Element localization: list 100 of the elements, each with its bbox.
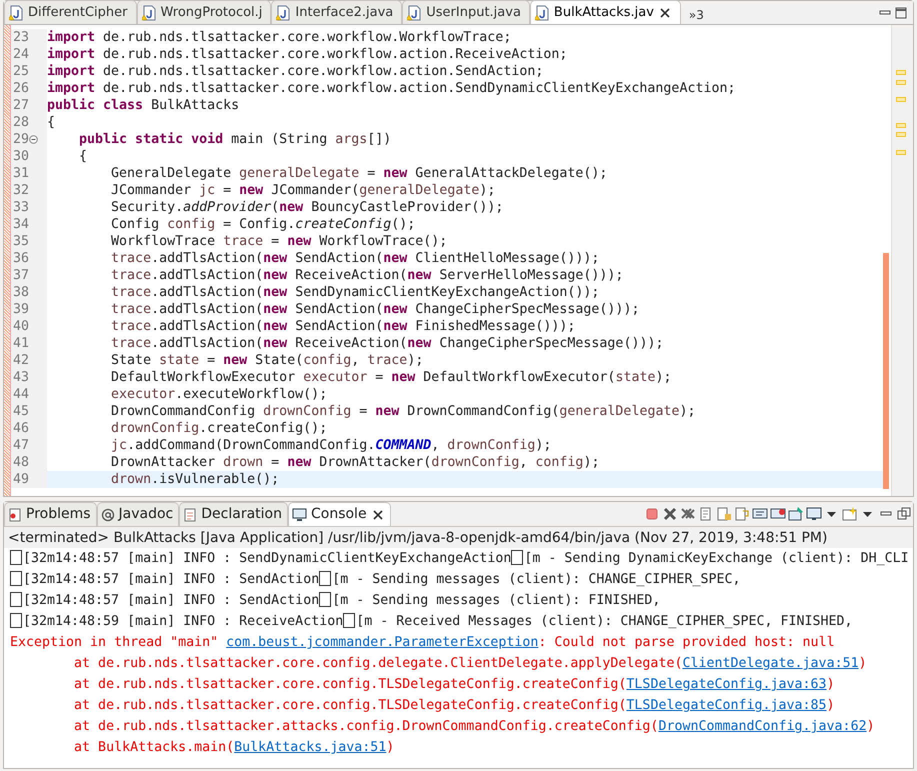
console-line: [32m14:48:57 [main] INFO : SendAction [m - Sending messages (client): CHANGE_CIPHER_SPEC, xyxy=(10,569,913,590)
console-line: [32m14:48:59 [main] INFO : ReceiveAction [m - Received Messages (client): CHANGE_CIPHER_SPEC, FINISHED, xyxy=(10,611,913,632)
line-number: 41 xyxy=(13,335,30,352)
stack-trace-link[interactable]: TLSDelegateConfig.java:85 xyxy=(626,698,827,713)
line-number: 29 xyxy=(13,131,30,148)
code-line: { xyxy=(78,148,88,165)
monitor-icon[interactable] xyxy=(805,506,823,522)
remove-icon[interactable] xyxy=(661,506,679,522)
code-line: DefaultWorkflowExecutor executor = new DefaultWorkflowExecutor(state); xyxy=(110,369,672,386)
line-number: 37 xyxy=(13,267,30,284)
line-number: 23 xyxy=(13,29,30,46)
escape-char-icon xyxy=(10,571,22,586)
line-number: 32 xyxy=(13,182,30,199)
line-number: 26 xyxy=(13,80,30,97)
escape-char-icon xyxy=(343,613,356,628)
editor-tab[interactable]: UserInput.java xyxy=(402,0,530,24)
code-line: public static void main (String args[]) xyxy=(78,131,392,148)
line-number: 35 xyxy=(13,233,30,250)
escape-char-icon xyxy=(10,613,22,628)
pin-icon[interactable] xyxy=(787,506,805,522)
line-number: 46 xyxy=(13,420,30,437)
panel-tab[interactable]: Declaration xyxy=(179,502,288,526)
java-file-icon xyxy=(534,4,550,20)
line-number: 43 xyxy=(13,369,30,386)
code-line: Security.addProvider(new BouncyCastleProvider()); xyxy=(110,199,504,216)
warning-marker xyxy=(896,97,906,102)
line-number: 48 xyxy=(13,454,30,471)
code-line: trace.addTlsAction(new SendAction(new FinishedMessage())); xyxy=(110,318,576,335)
line-number: 31 xyxy=(13,165,30,182)
java-file-icon xyxy=(9,4,24,20)
collapse-icon[interactable] xyxy=(29,135,38,144)
warning-marker xyxy=(896,80,906,85)
code-line: import de.rub.nds.tlsattacker.core.workflow.action.SendDynamicClientKeyExchangeAction; xyxy=(47,80,736,97)
line-number: 40 xyxy=(13,318,30,335)
editor-tab[interactable]: Interface2.java xyxy=(271,0,402,24)
warning-marker xyxy=(896,132,906,137)
warning-marker xyxy=(896,123,906,128)
panel-tab[interactable]: Javadoc xyxy=(96,502,180,526)
scroll-lock-icon[interactable] xyxy=(715,506,733,522)
code-line: public class BulkAttacks xyxy=(47,97,240,114)
code-line: trace.addTlsAction(new ReceiveAction(new ChangeCipherSpecMessage())); xyxy=(110,335,664,352)
java-file-icon xyxy=(407,4,422,20)
stack-trace-link[interactable]: ClientDelegate.java:51 xyxy=(682,656,859,671)
code-line: GeneralDelegate generalDelegate = new GeneralAttackDelegate(); xyxy=(110,165,608,182)
warning-marker xyxy=(896,150,906,155)
code-line: import de.rub.nds.tlsattacker.core.workflow.action.SendAction; xyxy=(47,63,544,80)
line-number: 49 xyxy=(13,471,30,488)
line-number: 44 xyxy=(13,386,30,403)
code-line: DrownCommandConfig drownConfig = new DrownCommandConfig(generalDelegate); xyxy=(110,403,696,420)
line-number: 24 xyxy=(13,46,30,63)
escape-char-icon xyxy=(319,571,332,586)
code-line: Config config = Config.createConfig(); xyxy=(110,216,416,233)
line-number: 42 xyxy=(13,352,30,369)
maximize-icon[interactable] xyxy=(893,6,909,20)
line-number: 38 xyxy=(13,284,30,301)
escape-char-icon xyxy=(10,550,22,565)
code-line: JCommander jc = new JCommander(generalDelegate); xyxy=(110,182,496,199)
escape-char-icon xyxy=(511,550,524,565)
restore-icon[interactable] xyxy=(895,506,913,522)
monitor-icon xyxy=(292,508,307,522)
editor-tab[interactable]: DifferentCipher xyxy=(4,0,136,24)
new-console-icon[interactable] xyxy=(841,506,859,522)
line-number: 28 xyxy=(13,114,30,131)
line-number: 25 xyxy=(13,63,30,80)
console-line: at de.rub.nds.tlsattacker.core.config.TLSDelegateConfig.createConfig(TLSDelegateConfig.java:85) xyxy=(73,697,836,715)
console-status: <terminated> BulkAttacks [Java Application] /usr/lib/jvm/java-8-openjdk-amd64/bin/java (Nov 27, 2019, 3:48:51 PM) xyxy=(4,527,913,548)
panel-tab[interactable]: Console xyxy=(288,502,391,526)
word-wrap-icon[interactable] xyxy=(733,506,751,522)
console-line: [32m14:48:57 [main] INFO : SendAction [m - Sending messages (client): FINISHED, xyxy=(10,590,913,611)
stack-trace-link[interactable]: DrownCommandConfig.java:62 xyxy=(658,719,867,734)
document-icon xyxy=(183,506,198,522)
stack-trace-link[interactable]: TLSDelegateConfig.java:63 xyxy=(626,677,827,692)
line-number: 36 xyxy=(13,250,30,267)
java-file-icon xyxy=(142,4,156,20)
code-line: drownConfig.createConfig(); xyxy=(110,420,328,437)
at-sign-icon xyxy=(100,506,115,522)
code-line: jc.addCommand(DrownCommandConfig.COMMAND, drownConfig); xyxy=(110,437,552,454)
editor-tab[interactable]: WrongProtocol.j xyxy=(136,0,272,24)
line-number: 45 xyxy=(13,403,30,420)
line-number: 39 xyxy=(13,301,30,318)
console-line: at de.rub.nds.tlsattacker.core.config.TLSDelegateConfig.createConfig(TLSDelegateConfig.java:63) xyxy=(73,676,836,694)
panel-tab[interactable]: Problems xyxy=(4,502,97,526)
editor-tab[interactable]: BulkAttacks.jav xyxy=(530,0,681,24)
code-line: State state = new State(config, trace); xyxy=(110,352,424,369)
stack-trace-link[interactable]: com.beust.jcommander.ParameterException xyxy=(226,635,538,650)
stack-trace-link[interactable]: BulkAttacks.java:51 xyxy=(234,740,386,755)
line-number: 30 xyxy=(13,148,30,165)
tab-overflow[interactable]: »3 xyxy=(680,6,712,24)
code-line: { xyxy=(47,114,56,131)
escape-char-icon xyxy=(319,592,332,607)
code-line: executor.executeWorkflow(); xyxy=(110,386,328,403)
code-line: trace.addTlsAction(new SendDynamicClientKeyExchangeAction()); xyxy=(110,284,600,301)
code-line: trace.addTlsAction(new ReceiveAction(new ServerHelloMessage())); xyxy=(110,267,624,284)
code-line: trace.addTlsAction(new SendAction(new ClientHelloMessage())); xyxy=(110,250,600,267)
line-number: 47 xyxy=(13,437,30,454)
code-line: WorkflowTrace trace = new WorkflowTrace(); xyxy=(110,233,448,250)
code-line: DrownAttacker drown = new DrownAttacker(drownConfig, config); xyxy=(110,454,600,471)
console-line: [32m14:48:57 [main] INFO : SendDynamicClientKeyExchangeAction [m - Sending DynamicKeyExchange (client): DH_CLI xyxy=(10,548,913,569)
line-number: 34 xyxy=(13,216,30,233)
escape-char-icon xyxy=(10,592,22,607)
